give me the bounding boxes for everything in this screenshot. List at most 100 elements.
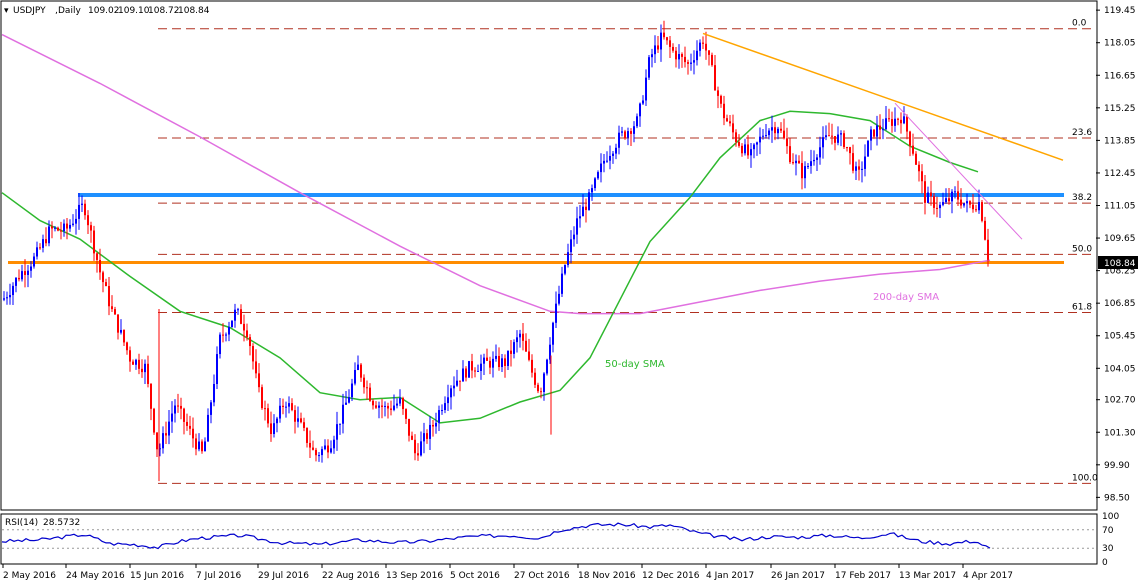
candle-body xyxy=(849,147,851,154)
candle-body xyxy=(12,285,14,296)
y-tick-label: 112.45 xyxy=(1104,169,1136,179)
x-tick-label: 12 Dec 2016 xyxy=(642,571,700,581)
candle-body xyxy=(324,445,326,450)
candle-body xyxy=(519,333,521,338)
x-tick-label: 7 Jul 2016 xyxy=(196,571,241,581)
candle-body xyxy=(357,364,359,370)
candle-body xyxy=(249,337,251,347)
x-tick-label: 24 May 2016 xyxy=(66,571,125,581)
candle-body xyxy=(420,441,422,456)
candle-body xyxy=(261,387,263,409)
y-tick-label: 105.45 xyxy=(1104,332,1136,342)
candle-body xyxy=(603,160,605,164)
x-tick-label: 13 Sep 2016 xyxy=(386,571,443,581)
candle-body xyxy=(24,271,26,275)
y-tick-label: 115.25 xyxy=(1104,104,1136,114)
fib-label: 23.6 xyxy=(1072,128,1092,138)
candle-body xyxy=(387,405,389,409)
candle-body xyxy=(381,405,383,407)
candle-body xyxy=(438,410,440,423)
rsi-tick-label: 70 xyxy=(1102,526,1114,536)
candle-body xyxy=(30,266,32,271)
candle-body xyxy=(417,453,419,456)
candle-body xyxy=(918,164,920,172)
candle-body xyxy=(585,206,587,210)
candle-body xyxy=(156,432,158,450)
y-tick-label: 99.90 xyxy=(1104,461,1130,471)
x-tick-label: 13 Mar 2017 xyxy=(899,571,956,581)
candle-body xyxy=(933,196,935,208)
candle-body xyxy=(183,408,185,422)
candle-body xyxy=(576,218,578,235)
candle-body xyxy=(966,201,968,204)
candle-body xyxy=(450,388,452,398)
candle-body xyxy=(537,384,539,392)
candle-body xyxy=(780,128,782,131)
candle-body xyxy=(15,277,17,286)
candle-body xyxy=(783,130,785,139)
fib-label: 61.8 xyxy=(1072,302,1092,312)
candle-body xyxy=(321,449,323,456)
candle-body xyxy=(27,270,29,275)
candle-body xyxy=(120,329,122,333)
y-tick-label: 111.05 xyxy=(1104,201,1136,211)
candle-body xyxy=(975,209,977,211)
candle-body xyxy=(618,132,620,148)
candle-body xyxy=(540,391,542,393)
candle-body xyxy=(291,403,293,411)
candle-body xyxy=(750,149,752,156)
x-tick-label: 4 Jan 2017 xyxy=(706,571,754,581)
candle-body xyxy=(441,410,443,412)
x-tick-label: 15 Jun 2016 xyxy=(130,571,184,581)
candle-body xyxy=(663,32,665,38)
y-tick-label: 113.85 xyxy=(1104,136,1136,146)
candle-body xyxy=(774,127,776,134)
candle-body xyxy=(963,203,965,206)
candle-body xyxy=(588,192,590,210)
candle-body xyxy=(504,358,506,366)
candle-body xyxy=(711,54,713,66)
candle-body xyxy=(384,405,386,407)
candle-body xyxy=(117,314,119,333)
candle-body xyxy=(57,227,59,231)
candle-body xyxy=(957,191,959,200)
candle-body xyxy=(201,441,203,452)
candle-body xyxy=(507,350,509,366)
candle-body xyxy=(987,239,989,260)
candle-body xyxy=(378,405,380,408)
candle-body xyxy=(627,131,629,138)
candle-body xyxy=(219,334,221,355)
candle-body xyxy=(108,286,110,307)
candle-body xyxy=(741,145,743,154)
candle-body xyxy=(729,121,731,124)
candle-body xyxy=(81,203,83,205)
candle-body xyxy=(36,247,38,257)
candle-body xyxy=(972,204,974,210)
candle-body xyxy=(72,223,74,225)
candle-body xyxy=(978,202,980,211)
candle-body xyxy=(672,46,674,51)
candle-body xyxy=(471,361,473,371)
candle-body xyxy=(822,137,824,148)
candle-body xyxy=(801,163,803,179)
candle-body xyxy=(6,297,8,299)
candle-body xyxy=(666,37,668,41)
candle-body xyxy=(252,346,254,362)
candle-body xyxy=(546,359,548,374)
candle-body xyxy=(87,215,89,226)
candle-body xyxy=(927,192,929,203)
candle-body xyxy=(723,103,725,119)
candle-body xyxy=(18,277,20,280)
candle-body xyxy=(90,225,92,231)
candle-body xyxy=(282,405,284,407)
candle-body xyxy=(894,118,896,126)
candle-body xyxy=(951,191,953,202)
candle-body xyxy=(678,54,680,60)
candle-body xyxy=(309,442,311,448)
candle-body xyxy=(489,360,491,368)
candle-body xyxy=(474,370,476,372)
candle-body xyxy=(276,418,278,424)
candle-body xyxy=(561,273,563,294)
candle-body xyxy=(597,172,599,179)
candle-body xyxy=(48,226,50,244)
